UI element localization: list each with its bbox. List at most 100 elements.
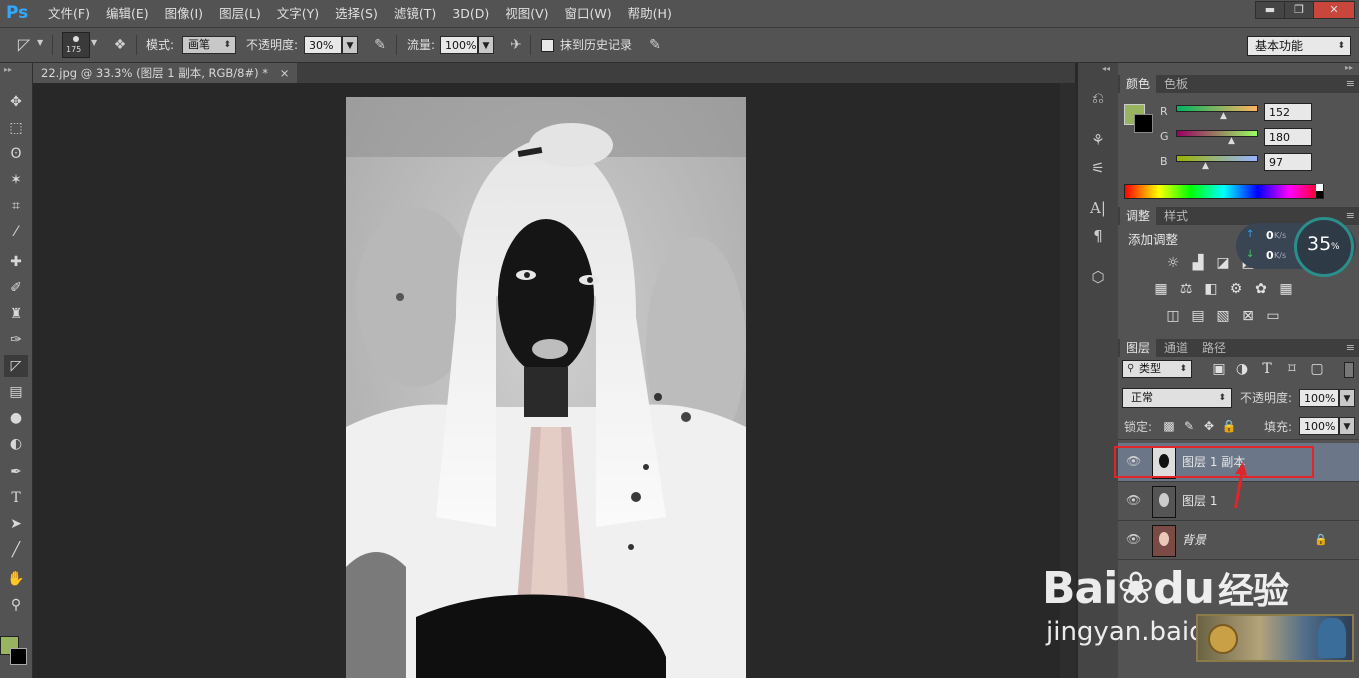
lasso-tool-icon[interactable]: ʘ [4, 143, 28, 165]
lock-transparent-icon[interactable]: ▩ [1160, 417, 1178, 435]
eraser-tool-icon[interactable]: ◸ [14, 36, 34, 54]
menu-layer[interactable]: 图层(L) [211, 0, 269, 27]
color-balance-icon[interactable]: ⚖ [1177, 280, 1195, 298]
eyedropper-icon[interactable]: ⁄ [4, 221, 28, 243]
panel-menu-icon[interactable]: ≡ [1346, 75, 1355, 93]
brush-panel-icon[interactable]: ❖ [110, 36, 130, 54]
r-slider[interactable] [1176, 105, 1258, 112]
flow-dropdown-icon[interactable]: ▼ [478, 36, 494, 54]
filter-toggle-switch[interactable] [1344, 362, 1354, 378]
blend-mode-select[interactable]: 正常 ⬍ [1122, 388, 1232, 408]
filter-shape-icon[interactable]: ⌑ [1283, 360, 1301, 378]
g-input[interactable]: 180 [1264, 128, 1312, 146]
white-swatch[interactable] [1316, 184, 1323, 191]
r-input[interactable]: 152 [1264, 103, 1312, 121]
clone-stamp-icon[interactable]: ♜ [4, 303, 28, 325]
vibrance-icon[interactable]: ▦ [1152, 280, 1170, 298]
menu-image[interactable]: 图像(I) [157, 0, 211, 27]
lock-all-icon[interactable]: 🔒 [1220, 417, 1238, 435]
magic-wand-icon[interactable]: ✶ [4, 169, 28, 191]
panel-menu-icon[interactable]: ≡ [1346, 207, 1355, 225]
curves-icon[interactable]: ◪ [1214, 254, 1232, 272]
healing-brush-icon[interactable]: ✚ [4, 251, 28, 273]
r-slider-thumb-icon[interactable]: ▲ [1220, 111, 1227, 121]
lock-pixels-icon[interactable]: ✎ [1180, 417, 1198, 435]
brush-settings-icon[interactable]: ⚟ [1087, 157, 1109, 179]
tool-preset-chevron-icon[interactable]: ▼ [37, 38, 43, 47]
menu-edit[interactable]: 编辑(E) [98, 0, 157, 27]
path-select-icon[interactable]: ➤ [4, 513, 28, 535]
menu-view[interactable]: 视图(V) [497, 0, 556, 27]
menu-type[interactable]: 文字(Y) [269, 0, 327, 27]
photo-filter-icon[interactable]: ⚙ [1227, 280, 1245, 298]
line-tool-icon[interactable]: ╱ [4, 539, 28, 561]
workspace-select[interactable]: 基本功能 ⬍ [1247, 36, 1351, 56]
tab-styles[interactable]: 样式 [1158, 207, 1194, 225]
restore-button[interactable]: ❐ [1284, 1, 1314, 19]
layer-opacity-dropdown-icon[interactable]: ▼ [1339, 389, 1355, 407]
threshold-icon[interactable]: ▧ [1214, 307, 1232, 325]
document-tab[interactable]: 22.jpg @ 33.3% (图层 1 副本, RGB/8#) * × [33, 63, 298, 83]
tab-adjustments[interactable]: 调整 [1120, 207, 1157, 225]
menu-select[interactable]: 选择(S) [327, 0, 386, 27]
pressure-size-icon[interactable]: ✎ [645, 36, 665, 54]
menu-help[interactable]: 帮助(H) [620, 0, 680, 27]
eraser-tool-icon[interactable]: ◸ [4, 355, 28, 377]
brush-preset-picker[interactable]: 175 [62, 32, 90, 58]
fill-dropdown-icon[interactable]: ▼ [1339, 417, 1355, 435]
color-lookup-icon[interactable]: ▦ [1277, 280, 1295, 298]
filter-type-icon[interactable]: T [1258, 360, 1276, 378]
eye-icon[interactable]: 👁 [1126, 493, 1141, 507]
pen-tool-icon[interactable]: ✒ [4, 461, 28, 483]
channel-mixer-icon[interactable]: ✿ [1252, 280, 1270, 298]
b-slider[interactable] [1176, 155, 1258, 162]
invert-icon[interactable]: ◫ [1164, 307, 1182, 325]
selective-color-icon[interactable]: ▭ [1264, 307, 1282, 325]
brush-chevron-icon[interactable]: ▼ [91, 38, 97, 47]
brush-tool-icon[interactable]: ✐ [4, 277, 28, 299]
background-color-swatch[interactable] [1134, 114, 1153, 133]
opacity-dropdown-icon[interactable]: ▼ [342, 36, 358, 54]
brightness-icon[interactable]: ☼ [1164, 254, 1182, 272]
eye-icon[interactable]: 👁 [1126, 532, 1141, 546]
minimize-button[interactable]: ▬ [1255, 1, 1285, 19]
tab-paths[interactable]: 路径 [1196, 339, 1232, 357]
filter-pixel-icon[interactable]: ▣ [1210, 360, 1228, 378]
color-spectrum-bar[interactable] [1124, 184, 1324, 199]
lock-position-icon[interactable]: ✥ [1200, 417, 1218, 435]
canvas-image[interactable] [346, 97, 746, 678]
b-slider-thumb-icon[interactable]: ▲ [1202, 161, 1209, 171]
posterize-icon[interactable]: ▤ [1189, 307, 1207, 325]
hand-tool-icon[interactable]: ✋ [4, 568, 28, 590]
filter-adjustment-icon[interactable]: ◑ [1233, 360, 1251, 378]
tab-color[interactable]: 颜色 [1120, 75, 1157, 93]
menu-3d[interactable]: 3D(D) [444, 0, 497, 27]
close-tab-icon[interactable]: × [280, 66, 290, 80]
3d-panel-icon[interactable]: ⬡ [1087, 266, 1109, 288]
move-tool-icon[interactable]: ✥ [4, 91, 28, 113]
g-slider[interactable] [1176, 130, 1258, 137]
mode-select[interactable]: 画笔 ⬍ [182, 36, 236, 54]
black-swatch[interactable] [1316, 191, 1323, 198]
pressure-opacity-icon[interactable]: ✎ [370, 36, 390, 54]
marquee-tool-icon[interactable]: ⬚ [4, 117, 28, 139]
g-slider-thumb-icon[interactable]: ▲ [1228, 136, 1235, 146]
history-brush-icon[interactable]: ✑ [4, 329, 28, 351]
history-checkbox[interactable] [541, 39, 554, 52]
layer-opacity-input[interactable]: 100% [1299, 389, 1339, 407]
fill-input[interactable]: 100% [1299, 417, 1339, 435]
flow-input[interactable]: 100% [440, 36, 478, 54]
airbrush-icon[interactable]: ✈ [506, 36, 526, 54]
history-panel-icon[interactable]: ⎌ [1087, 87, 1109, 109]
menu-filter[interactable]: 滤镜(T) [386, 0, 444, 27]
collapse-panels-icon[interactable]: ▸▸ [1345, 63, 1353, 72]
crop-tool-icon[interactable]: ⌗ [4, 195, 28, 217]
brush-presets-icon[interactable]: ⚘ [1087, 129, 1109, 151]
filter-smart-icon[interactable]: ▢ [1308, 360, 1326, 378]
layer-filter-select[interactable]: ⚲ 类型 ⬍ [1122, 360, 1192, 378]
black-white-icon[interactable]: ◧ [1202, 280, 1220, 298]
gradient-map-icon[interactable]: ⊠ [1239, 307, 1257, 325]
dodge-tool-icon[interactable]: ◐ [4, 433, 28, 455]
tab-swatches[interactable]: 色板 [1158, 75, 1194, 93]
tab-layers[interactable]: 图层 [1120, 339, 1157, 357]
